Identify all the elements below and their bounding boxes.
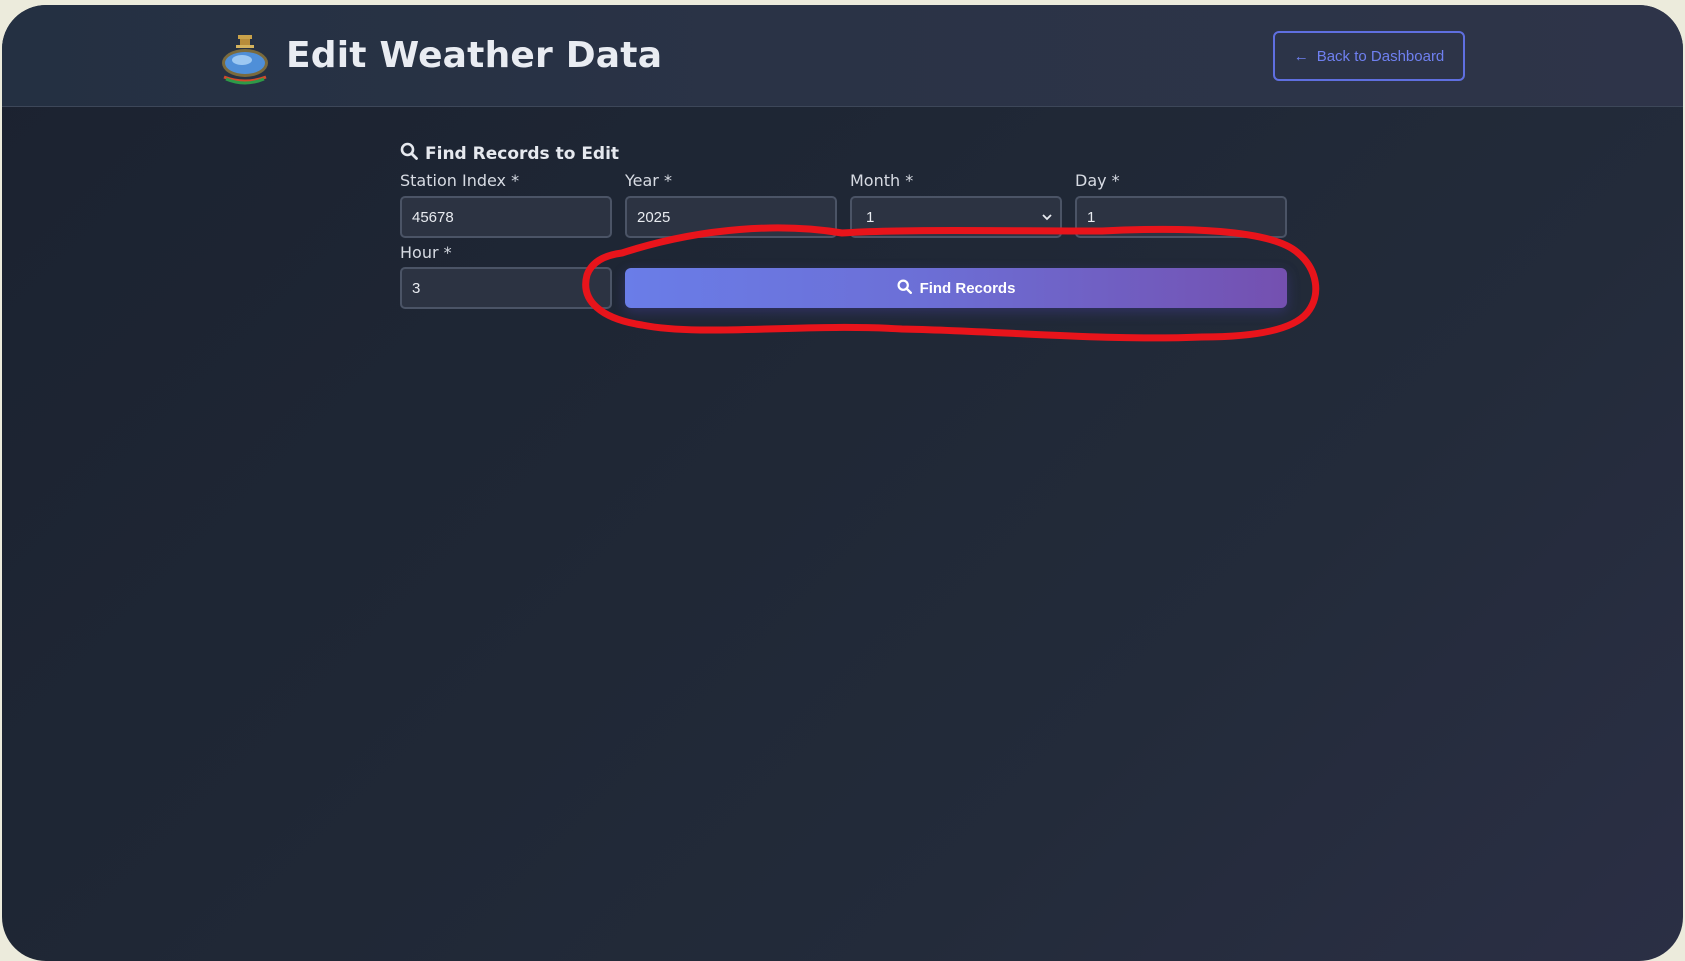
find-records-button[interactable]: Find Records xyxy=(625,268,1287,308)
chevron-down-icon xyxy=(1042,210,1052,224)
station-index-input[interactable] xyxy=(400,196,612,238)
month-select-value: 1 xyxy=(866,208,875,226)
find-records-label: Find Records xyxy=(919,279,1016,297)
day-label: Day * xyxy=(1075,171,1120,190)
arrow-left-icon: ← xyxy=(1293,47,1309,65)
find-records-section-title: Find Records to Edit xyxy=(400,142,619,165)
government-emblem-icon xyxy=(220,33,270,85)
page-title: Edit Weather Data xyxy=(286,35,663,76)
back-to-dashboard-label: Back to Dashboard xyxy=(1316,47,1445,65)
station-index-label: Station Index * xyxy=(400,171,520,190)
app-window: Edit Weather Data ← Back to Dashboard Fi… xyxy=(2,5,1683,961)
back-to-dashboard-button[interactable]: ← Back to Dashboard xyxy=(1273,31,1465,81)
year-label: Year * xyxy=(625,171,672,190)
red-annotation-circle xyxy=(582,224,1320,342)
day-input[interactable] xyxy=(1075,196,1287,238)
year-input[interactable] xyxy=(625,196,837,238)
search-icon xyxy=(897,278,912,298)
search-icon xyxy=(400,142,418,165)
month-select[interactable]: 1 xyxy=(850,196,1062,238)
page-header: Edit Weather Data ← Back to Dashboard xyxy=(2,5,1683,107)
section-title-text: Find Records to Edit xyxy=(425,143,620,164)
month-label: Month * xyxy=(850,171,914,190)
hour-input[interactable] xyxy=(400,267,612,309)
hour-label: Hour * xyxy=(400,243,452,262)
